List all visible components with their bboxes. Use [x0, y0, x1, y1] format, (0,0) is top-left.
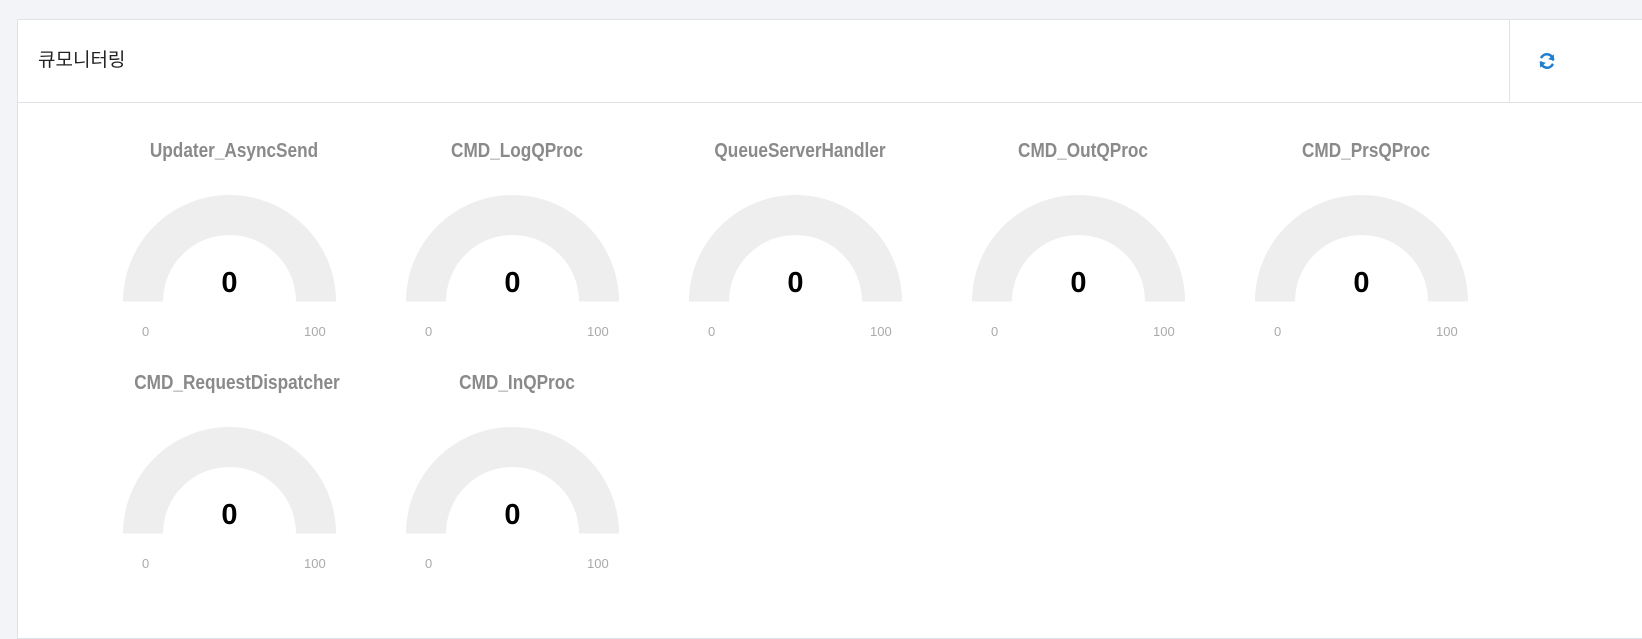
gauge: CMD_RequestDispatcher 0 0 100	[18, 334, 340, 571]
gauge-min-label: 0	[142, 556, 150, 571]
gauge-max-label: 100	[1436, 324, 1458, 339]
gauge: CMD_OutQProc 0 0 100	[867, 102, 1185, 339]
gauge: CMD_InQProc 0 0 100	[301, 334, 619, 571]
panel-header: 큐모니터링	[18, 20, 1642, 103]
gauge: QueueServerHandler 0 0 100	[584, 102, 902, 339]
gauge-title: CMD_InQProc	[459, 372, 575, 394]
refresh-icon	[1539, 52, 1555, 70]
gauge-min-label: 0	[708, 324, 716, 339]
gauge: Updater_AsyncSend 0 0 100	[18, 102, 336, 339]
gauge-min-label: 0	[1274, 324, 1282, 339]
gauge-min-label: 0	[991, 324, 999, 339]
gauge-value: 0	[1353, 267, 1370, 299]
gauge-grid: Updater_AsyncSend 0 0 100 CMD_LogQProc 0 0 100 Q…	[18, 102, 1642, 638]
gauge: CMD_PrsQProc 0 0 100	[1150, 102, 1468, 339]
panel-title: 큐모니터링	[38, 50, 126, 71]
gauge: CMD_LogQProc 0 0 100	[301, 102, 619, 339]
gauge-min-label: 0	[425, 556, 433, 571]
gauge-title: CMD_PrsQProc	[1301, 140, 1431, 162]
gauge-value: 0	[504, 499, 521, 531]
queue-monitoring-panel: 큐모니터링 Updater_AsyncSend 0 0 100 CMD_LogQProc…	[17, 19, 1642, 639]
refresh-button[interactable]	[1509, 20, 1570, 102]
gauge-max-label: 100	[587, 556, 609, 571]
